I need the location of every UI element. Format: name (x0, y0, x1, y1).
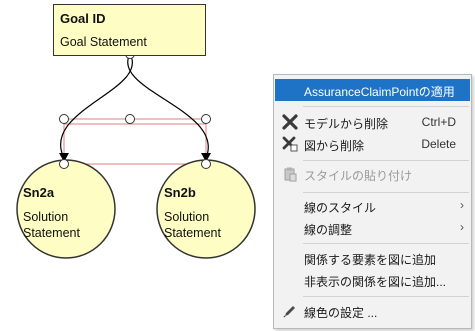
sn2a-statement-line2: Statement (23, 226, 80, 240)
goal-id-label: Goal ID (60, 11, 106, 26)
submenu-arrow-icon: › (460, 198, 464, 212)
pen-icon (282, 303, 298, 319)
menu-item-add-hidden-relations[interactable]: 非表示の関係を図に追加... (275, 269, 470, 291)
menu-item-add-related-elements[interactable]: 関係する要素を図に追加 (275, 247, 470, 269)
edge-goal-sn2a[interactable] (60, 53, 133, 159)
menu-separator (303, 160, 469, 161)
menu-item-label: スタイルの貼り付け (304, 169, 413, 183)
delete-x-small-icon (282, 136, 298, 152)
menu-item-shortcut: Delete (421, 137, 456, 151)
menu-item-delete-from-model[interactable]: モデルから削除 Ctrl+D (275, 111, 470, 133)
menu-item-label: 非表示の関係を図に追加... (304, 275, 447, 289)
delete-x-icon (282, 114, 298, 130)
menu-item-label: 線色の設定 ... (304, 306, 378, 320)
menu-item-label: 線の調整 (304, 223, 353, 237)
menu-separator (303, 192, 469, 193)
sn2b-statement-line2: Statement (164, 226, 221, 240)
menu-item-label: 関係する要素を図に追加 (304, 253, 437, 267)
selection-guides (63, 118, 207, 165)
goal-statement-label: Goal Statement (60, 35, 147, 49)
context-menu: AssuranceClaimPointの適用 モデルから削除 Ctrl+D 図か… (273, 74, 472, 329)
menu-item-line-style[interactable]: 線のスタイル › (275, 195, 470, 217)
edge-goal-sn2b[interactable] (127, 53, 209, 159)
goal-node[interactable]: Goal ID Goal Statement (53, 4, 206, 56)
menu-item-apply-assurance-claim-point[interactable]: AssuranceClaimPointの適用 (275, 79, 470, 101)
paste-style-icon (282, 166, 298, 182)
menu-separator (303, 296, 469, 297)
menu-item-label: AssuranceClaimPointの適用 (304, 85, 455, 99)
sn2a-id-label: Sn2a (23, 185, 55, 200)
menu-separator (303, 106, 469, 107)
sn2b-statement-line1: Solution (164, 210, 210, 224)
menu-separator (303, 243, 469, 244)
menu-item-line-adjust[interactable]: 線の調整 › (275, 217, 470, 239)
submenu-arrow-icon: › (460, 220, 464, 234)
selection-handles[interactable] (59, 49, 211, 169)
menu-item-paste-style[interactable]: スタイルの貼り付け (275, 163, 470, 185)
sn2a-statement-line1: Solution (23, 210, 69, 224)
menu-item-label: モデルから削除 (304, 117, 389, 131)
menu-item-delete-from-diagram[interactable]: 図から削除 Delete (275, 133, 470, 155)
menu-item-label: 線のスタイル (304, 201, 377, 215)
menu-item-set-line-color[interactable]: 線色の設定 ... (275, 300, 470, 322)
sn2b-id-label: Sn2b (164, 185, 196, 200)
menu-item-shortcut: Ctrl+D (421, 115, 456, 129)
menu-item-label: 図から削除 (304, 139, 365, 153)
